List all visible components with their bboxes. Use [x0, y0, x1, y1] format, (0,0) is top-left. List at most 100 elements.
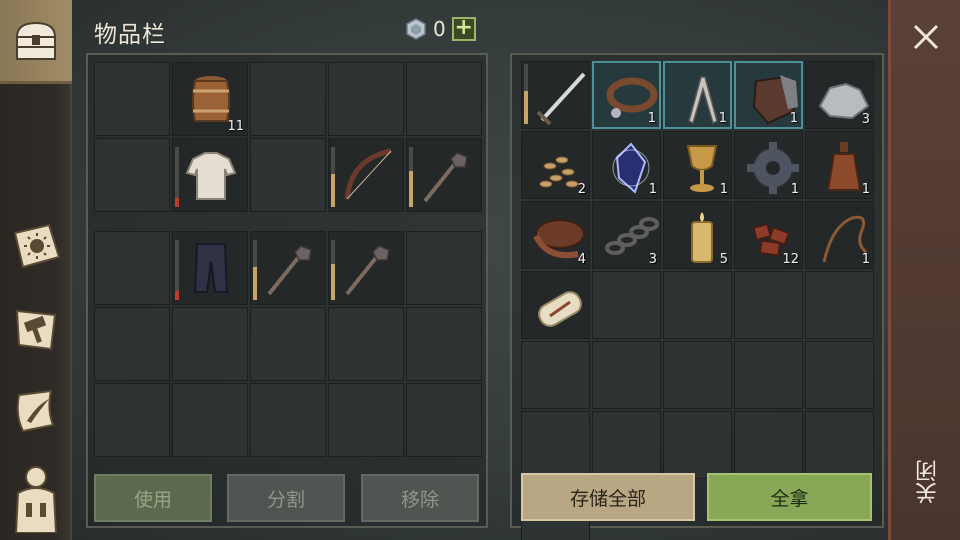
inventory-slot-mace[interactable]: [250, 231, 326, 305]
inventory-slot-collar[interactable]: 1: [592, 61, 661, 129]
item-quantity: 1: [648, 182, 657, 197]
inventory-slot-empty[interactable]: [406, 307, 482, 381]
store-all-button[interactable]: 存储全部: [521, 473, 695, 521]
inventory-slot-pliers[interactable]: 1: [663, 61, 732, 129]
inventory-slot-empty[interactable]: [805, 411, 874, 479]
inventory-slot-candle[interactable]: 5: [663, 201, 732, 269]
currency-display: 0 +: [405, 16, 476, 42]
inventory-slot-empty[interactable]: [521, 341, 590, 409]
close-panel[interactable]: 关闭: [888, 0, 960, 540]
inventory-slot-empty[interactable]: [734, 271, 803, 339]
mace-icon: [423, 152, 468, 203]
nav-tab-quests[interactable]: [0, 370, 72, 454]
close-button-label[interactable]: 关闭: [913, 460, 945, 504]
inventory-slot-empty[interactable]: [94, 231, 170, 305]
inventory-slot-empty[interactable]: [250, 307, 326, 381]
inventory-slot-bottle[interactable]: 1: [805, 131, 874, 199]
inventory-slot-bow[interactable]: [328, 138, 404, 212]
durability-fill: [524, 91, 528, 124]
inventory-slot-empty[interactable]: [663, 271, 732, 339]
sword-icon: [536, 72, 586, 126]
inventory-slot-crystal[interactable]: 1: [592, 131, 661, 199]
inventory-slot-shirt[interactable]: [172, 138, 248, 212]
inventory-slot-empty[interactable]: [328, 307, 404, 381]
inventory-slot-empty[interactable]: [406, 231, 482, 305]
inventory-slot-empty[interactable]: [663, 341, 732, 409]
item-quantity: 1: [861, 182, 870, 197]
close-icon[interactable]: [907, 18, 945, 56]
inventory-slot-empty[interactable]: [250, 383, 326, 457]
split-button[interactable]: 分割: [227, 474, 345, 522]
durability-bar: [331, 240, 335, 300]
item-quantity: 1: [718, 111, 727, 126]
inventory-slot-empty[interactable]: [521, 411, 590, 479]
player-inventory-grid-lower: [94, 231, 482, 457]
use-button[interactable]: 使用: [94, 474, 212, 522]
inventory-slot-empty[interactable]: [734, 411, 803, 479]
inventory-slot-ore[interactable]: 3: [805, 61, 874, 129]
inventory-slot-leather[interactable]: 4: [521, 201, 590, 269]
sun-book-icon: [13, 223, 61, 269]
durability-bar: [331, 147, 335, 207]
item-quantity: 4: [577, 252, 586, 267]
inventory-slot-gear[interactable]: 1: [734, 131, 803, 199]
inventory-slot-empty[interactable]: [805, 271, 874, 339]
inventory-slot-empty[interactable]: [250, 138, 326, 212]
currency-value: 0: [433, 17, 446, 41]
durability-fill: [331, 174, 335, 207]
inventory-slot-empty[interactable]: [592, 341, 661, 409]
durability-bar: [175, 147, 179, 207]
inventory-slot-empty[interactable]: [94, 383, 170, 457]
inventory-slot-empty[interactable]: [172, 383, 248, 457]
item-quantity: 5: [719, 252, 728, 267]
inventory-slot-scrap[interactable]: 12: [734, 201, 803, 269]
inventory-slot-mace[interactable]: [406, 138, 482, 212]
chest-inventory-grid: 1 1 1 3 2 1 1 1 1 4 3 5 12 1: [521, 61, 874, 540]
inventory-slot-empty[interactable]: [94, 62, 170, 136]
inventory-slot-empty[interactable]: [250, 62, 326, 136]
durability-fill: [253, 267, 257, 300]
item-quantity: 12: [782, 252, 799, 267]
inventory-slot-gauntlet[interactable]: 1: [734, 61, 803, 129]
nav-tab-inventory[interactable]: [0, 0, 72, 84]
nav-tab-character[interactable]: [0, 456, 72, 540]
inventory-slot-empty[interactable]: [592, 411, 661, 479]
inventory-slot-empty[interactable]: [734, 341, 803, 409]
durability-bar: [253, 240, 257, 300]
inventory-slot-pants[interactable]: [172, 231, 248, 305]
durability-fill: [409, 171, 413, 207]
add-currency-button[interactable]: +: [451, 17, 476, 41]
inventory-slot-empty[interactable]: [406, 62, 482, 136]
nav-tab-crafting[interactable]: [0, 288, 72, 372]
inventory-slot-scroll[interactable]: [521, 271, 590, 339]
inventory-slot-sword[interactable]: [521, 61, 590, 129]
durability-fill: [175, 291, 179, 300]
remove-button[interactable]: 移除: [361, 474, 479, 522]
inventory-slot-barrel[interactable]: 11: [172, 62, 248, 136]
item-quantity: 1: [861, 252, 870, 267]
item-quantity: 1: [647, 111, 656, 126]
nav-rail: [0, 0, 72, 540]
inventory-slot-empty[interactable]: [94, 307, 170, 381]
character-icon: [14, 466, 58, 533]
player-inventory-grid: 11: [94, 62, 482, 212]
inventory-slot-empty[interactable]: [328, 383, 404, 457]
inventory-slot-empty[interactable]: [805, 341, 874, 409]
item-quantity: 1: [719, 182, 728, 197]
item-quantity: 1: [790, 182, 799, 197]
inventory-slot-goblet[interactable]: 1: [663, 131, 732, 199]
inventory-slot-empty[interactable]: [94, 138, 170, 212]
inventory-slot-rope[interactable]: 1: [805, 201, 874, 269]
inventory-slot-chain[interactable]: 3: [592, 201, 661, 269]
inventory-slot-mace[interactable]: [328, 231, 404, 305]
mace-icon: [267, 245, 312, 296]
inventory-slot-empty[interactable]: [406, 383, 482, 457]
inventory-slot-empty[interactable]: [592, 271, 661, 339]
inventory-slot-empty[interactable]: [328, 62, 404, 136]
inventory-slot-empty[interactable]: [663, 411, 732, 479]
inventory-slot-empty[interactable]: [172, 307, 248, 381]
take-all-button[interactable]: 全拿: [707, 473, 872, 521]
nav-tab-journal[interactable]: [0, 204, 72, 288]
inventory-slot-seeds[interactable]: 2: [521, 131, 590, 199]
item-quantity: 1: [789, 111, 798, 126]
